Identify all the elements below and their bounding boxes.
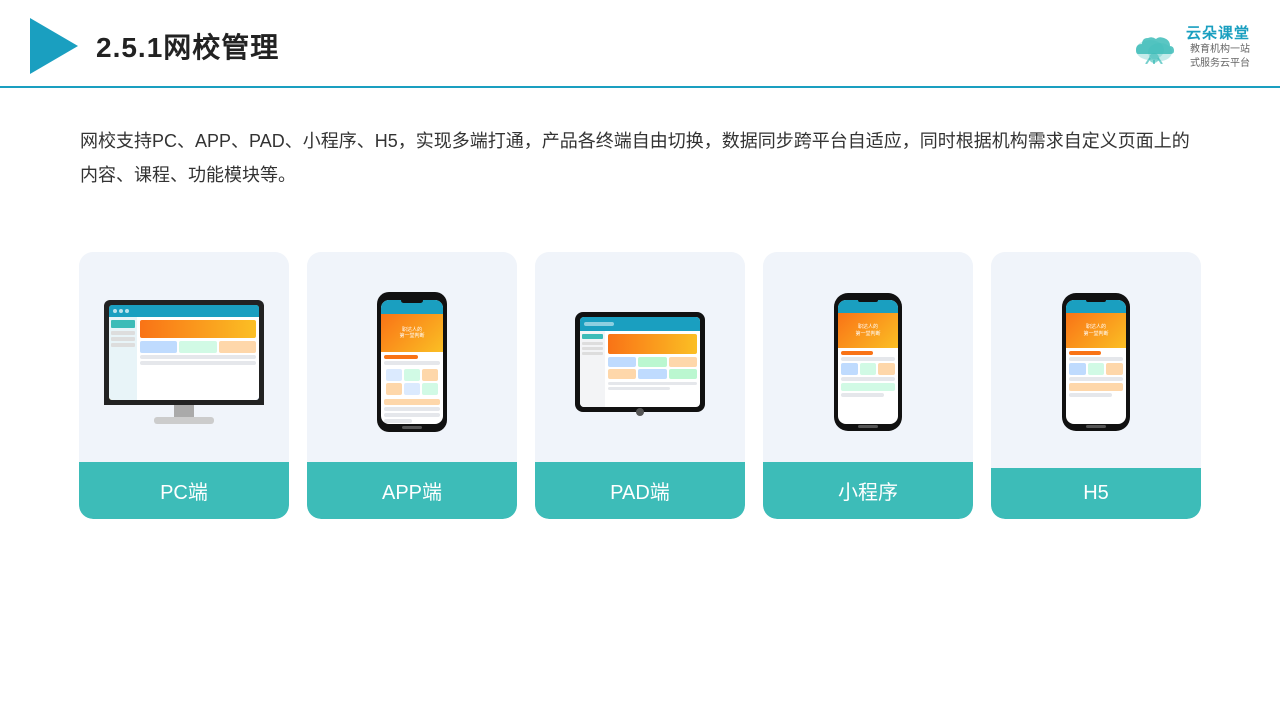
pad-device-mock [575,312,705,412]
miniapp-phone-screen: 职达人的第一堂判断 [838,300,898,424]
header: 2.5.1网校管理 云朵课堂 教育机构一站式服务云平台 [0,0,1280,88]
app-device-mock: 职达人的第一堂判断 [377,292,447,432]
h5-phone-screen: 职达人的第一堂判断 [1066,300,1126,424]
pc-image-area [79,252,289,462]
pc-base [154,417,214,424]
cards-container: PC端 职达人的第一堂判断 [0,222,1280,549]
miniapp-phone-body: 职达人的第一堂判断 [834,293,902,431]
header-right: 云朵课堂 教育机构一站式服务云平台 [1128,22,1250,71]
h5-home-bar [1086,425,1106,428]
h5-phone-body: 职达人的第一堂判断 [1062,293,1130,431]
pc-label: PC端 [79,462,289,519]
h5-phone-notch [1086,298,1106,302]
brand-name: 云朵课堂 [1186,22,1250,43]
header-left: 2.5.1网校管理 [30,18,279,74]
h5-image-area: 职达人的第一堂判断 [991,252,1201,462]
card-pad: PAD端 [535,252,745,519]
phone-body: 职达人的第一堂判断 [377,292,447,432]
logo-triangle-icon [30,18,78,74]
pad-screen [580,317,700,407]
card-pc: PC端 [79,252,289,519]
pc-stand [174,405,194,417]
pad-body [575,312,705,412]
h5-label: H5 [991,468,1201,519]
pc-monitor [104,300,264,405]
pad-home-button [636,408,644,416]
miniapp-image-area: 职达人的第一堂判断 [763,252,973,462]
brand-logo: 云朵课堂 教育机构一站式服务云平台 [1128,22,1250,71]
miniapp-phone-notch [858,298,878,302]
h5-device-mock: 职达人的第一堂判断 [1062,293,1130,431]
miniapp-home-bar [858,425,878,428]
pad-label: PAD端 [535,462,745,519]
card-h5: 职达人的第一堂判断 [991,252,1201,519]
miniapp-label: 小程序 [763,462,973,519]
card-miniapp: 职达人的第一堂判断 [763,252,973,519]
pad-image-area [535,252,745,462]
description-text: 网校支持PC、APP、PAD、小程序、H5，实现多端打通，产品各终端自由切换，数… [0,88,1280,212]
phone-screen: 职达人的第一堂判断 [381,300,443,424]
pc-screen [109,305,259,400]
phone-home-bar [402,426,422,429]
phone-notch [401,298,423,303]
brand-text: 云朵课堂 教育机构一站式服务云平台 [1186,22,1250,71]
app-label: APP端 [307,462,517,519]
pc-device-mock [104,300,264,424]
cloud-icon [1128,28,1180,64]
miniapp-device-mock: 职达人的第一堂判断 [834,293,902,431]
app-image-area: 职达人的第一堂判断 [307,252,517,462]
brand-tagline: 教育机构一站式服务云平台 [1186,43,1250,71]
card-app: 职达人的第一堂判断 [307,252,517,519]
page-title: 2.5.1网校管理 [96,26,279,66]
